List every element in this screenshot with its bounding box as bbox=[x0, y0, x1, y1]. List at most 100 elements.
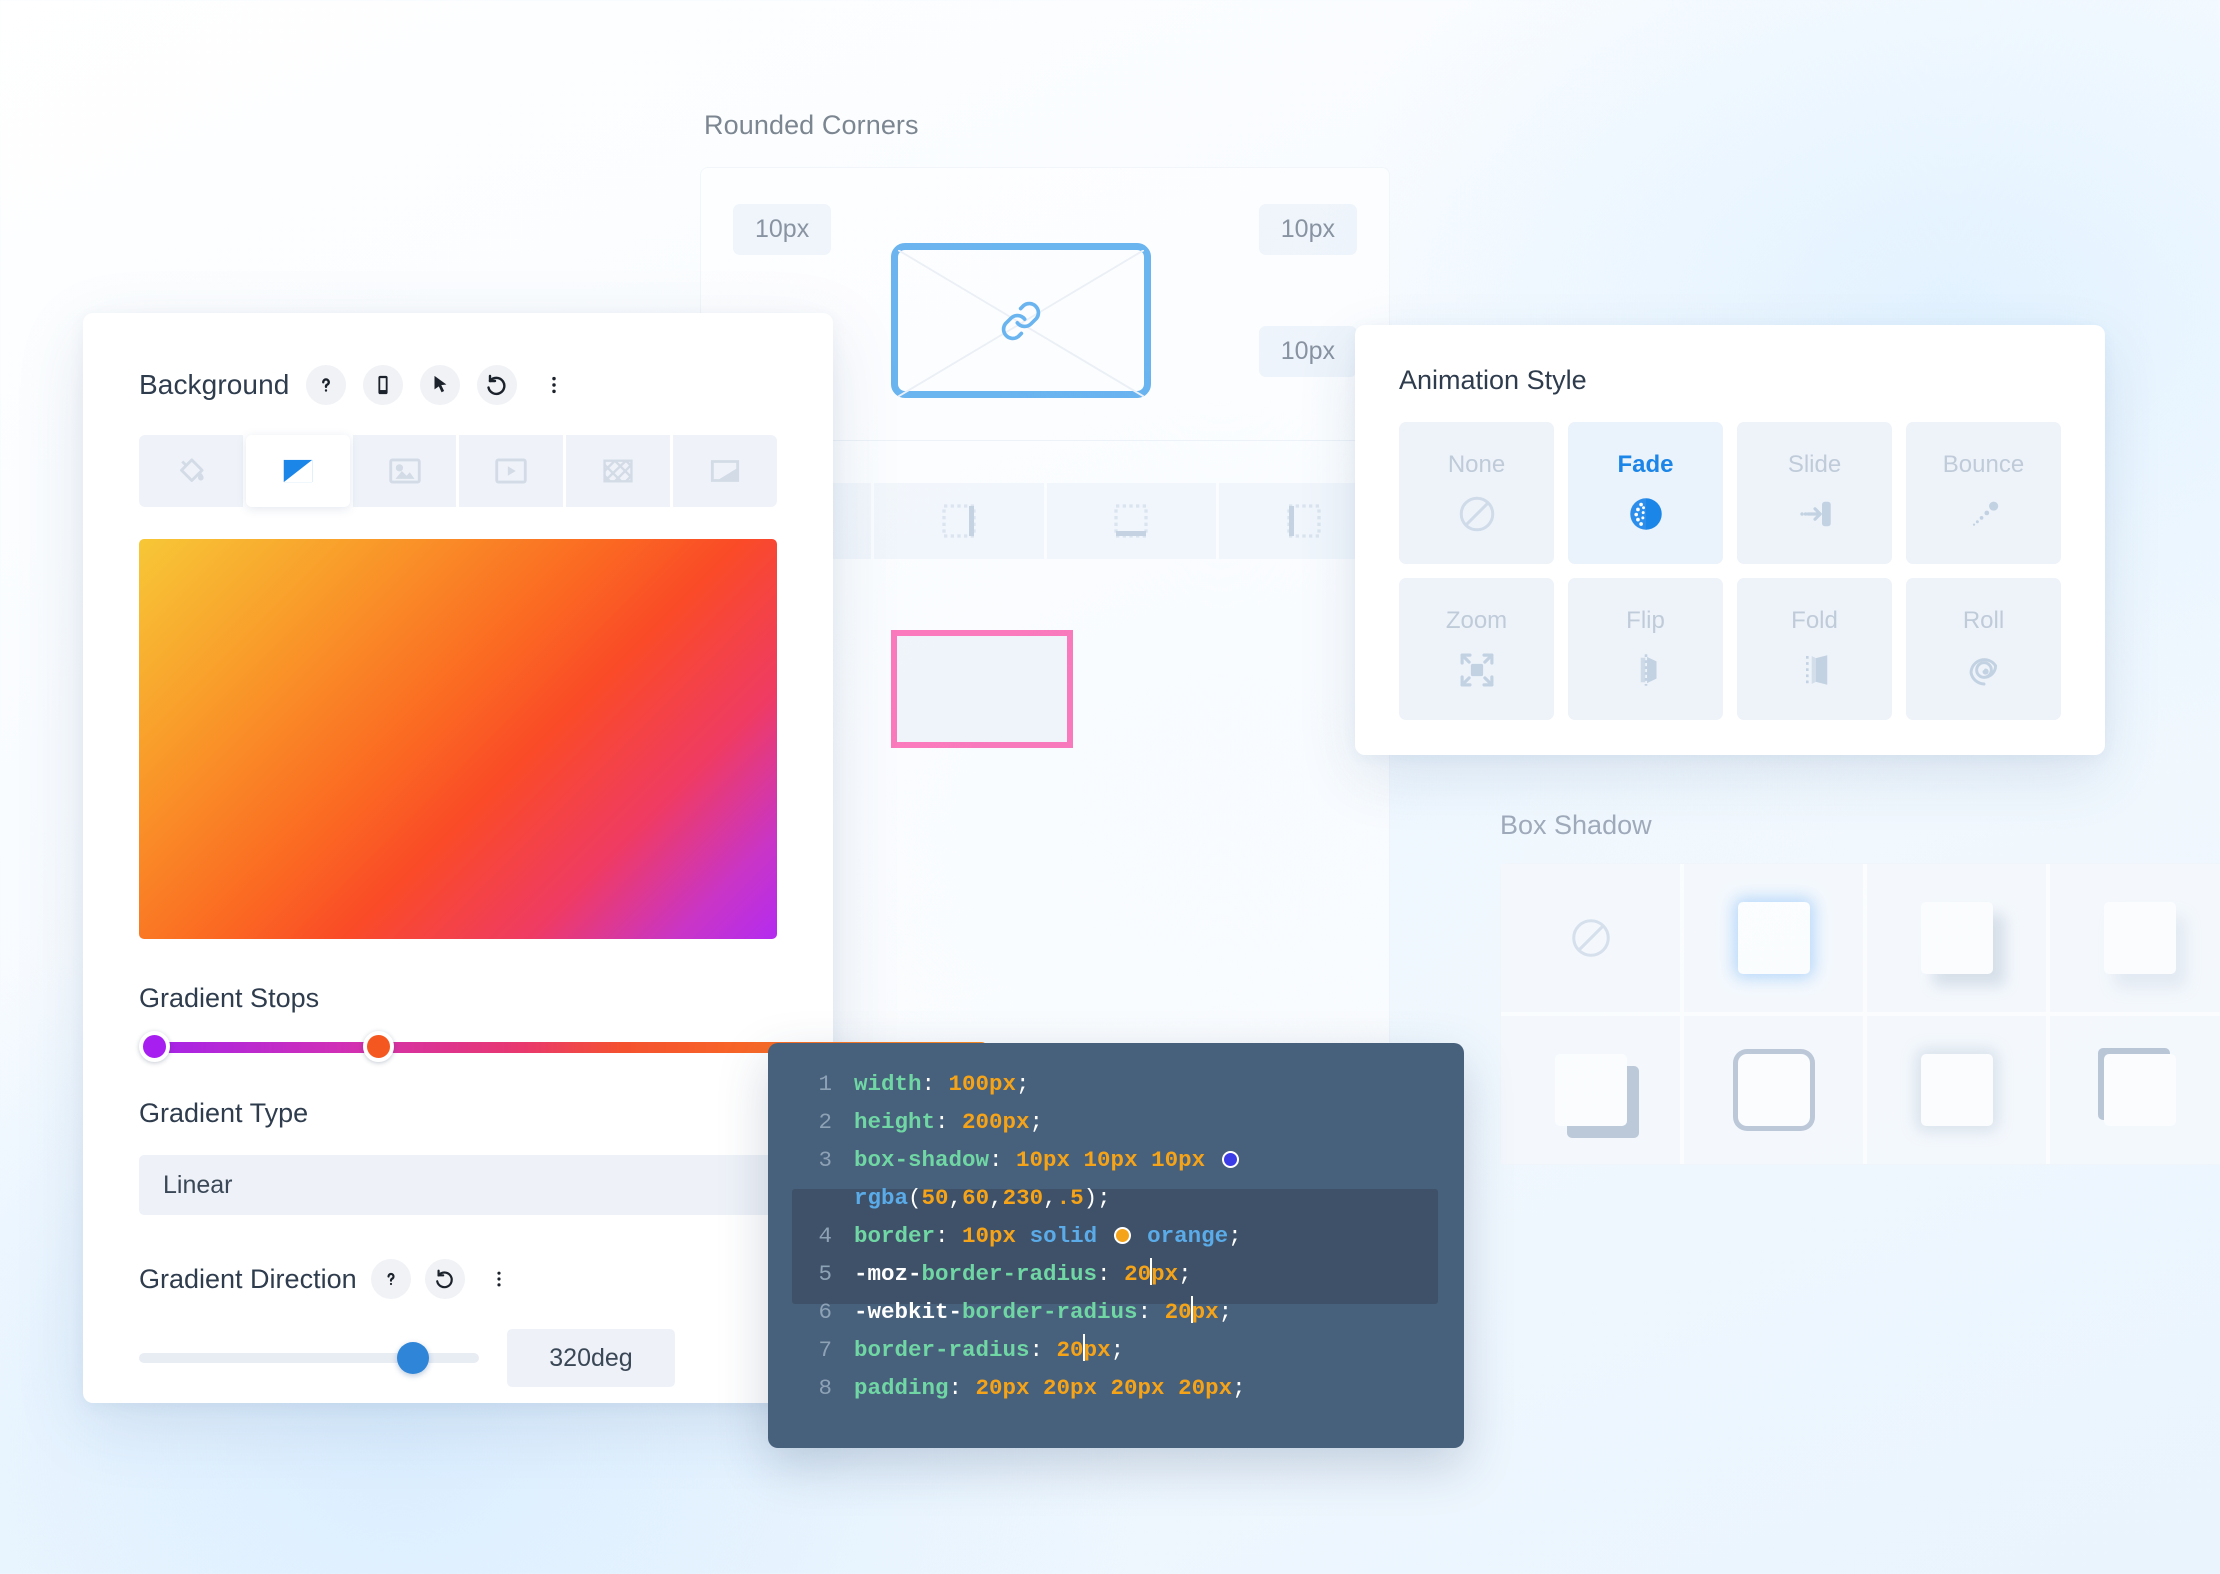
code-line-wrap[interactable]: rgba(50,60,230,.5); bbox=[768, 1179, 1464, 1217]
video-tab[interactable] bbox=[459, 435, 564, 507]
line-number: 4 bbox=[818, 1223, 832, 1249]
border-right-icon bbox=[941, 504, 976, 538]
line-number: 3 bbox=[818, 1147, 832, 1173]
animation-option-label: Flip bbox=[1626, 607, 1665, 634]
code-line[interactable]: 6 -webkit-border-radius: 20px; bbox=[768, 1293, 1464, 1331]
slide-arrow-icon bbox=[1799, 501, 1831, 527]
line-number: 7 bbox=[818, 1337, 832, 1363]
corner-value-top-left[interactable]: 10px bbox=[733, 204, 832, 255]
border-color-swatch[interactable] bbox=[1113, 1227, 1131, 1244]
border-side-bottom[interactable] bbox=[1046, 483, 1217, 559]
box-shadow-title: Box Shadow bbox=[1500, 810, 1652, 840]
box-shadow-preset-soft-drop[interactable] bbox=[2050, 864, 2220, 1012]
code-line[interactable]: 3 box-shadow: 10px 10px 10px bbox=[768, 1141, 1464, 1179]
line-number: 6 bbox=[818, 1299, 832, 1325]
mask-tab[interactable] bbox=[673, 435, 777, 507]
fade-dots-icon bbox=[1629, 498, 1662, 530]
corner-value-top-right[interactable]: 10px bbox=[1258, 204, 1357, 255]
gradient-direction-slider[interactable] bbox=[139, 1342, 479, 1374]
code-line[interactable]: 5 -moz-border-radius: 20px; bbox=[768, 1255, 1464, 1293]
animation-option-zoom[interactable]: Zoom bbox=[1399, 578, 1554, 720]
line-number: 8 bbox=[818, 1375, 832, 1401]
help-icon[interactable] bbox=[370, 1259, 411, 1299]
code-editor-panel[interactable]: 1 width: 100px; 2 height: 200px; 3 box-s… bbox=[768, 1043, 1464, 1448]
gradient-stops-label: Gradient Stops bbox=[139, 983, 320, 1013]
bounce-ball-icon bbox=[1972, 501, 1998, 526]
line-number: 2 bbox=[818, 1109, 832, 1135]
shadow-hard-offset-preview bbox=[1554, 1054, 1627, 1126]
animation-option-label: Slide bbox=[1787, 451, 1842, 478]
gradient-preview[interactable] bbox=[139, 539, 777, 939]
gradient-tab[interactable] bbox=[245, 435, 350, 507]
cursor-hover-icon[interactable] bbox=[420, 365, 461, 405]
responsive-phone-icon[interactable] bbox=[363, 365, 404, 405]
animation-option-label: None bbox=[1447, 451, 1506, 478]
animation-option-none[interactable]: None bbox=[1399, 422, 1554, 564]
color-fill-tab[interactable] bbox=[139, 435, 243, 507]
code-line[interactable]: 4 border: 10px solid orange; bbox=[768, 1217, 1464, 1255]
box-shadow-preset-outline[interactable] bbox=[1684, 1016, 1863, 1164]
shadow-soft-drop-preview bbox=[2103, 902, 2176, 974]
zoom-expand-icon bbox=[1460, 653, 1493, 687]
box-shadow-panel: Box Shadow bbox=[1500, 810, 2220, 1230]
border-preview-box bbox=[891, 630, 1073, 748]
corner-link-preview-box[interactable] bbox=[891, 243, 1151, 398]
code-line[interactable]: 1 width: 100px; bbox=[768, 1065, 1464, 1103]
box-shadow-preset-glow[interactable] bbox=[1684, 864, 1863, 1012]
more-options-icon[interactable] bbox=[534, 365, 574, 405]
roll-spiral-icon bbox=[1969, 658, 1997, 686]
gradient-stops-slider[interactable] bbox=[139, 1031, 987, 1062]
animation-option-bounce[interactable]: Bounce bbox=[1906, 422, 2061, 564]
fold-page-icon bbox=[1805, 655, 1827, 685]
code-line[interactable]: 8 padding: 20px 20px 20px 20px; bbox=[768, 1369, 1464, 1407]
shadow-glow-preview bbox=[1737, 902, 1810, 974]
box-shadow-grid bbox=[1500, 863, 2220, 1165]
shadow-top-left-preview bbox=[2103, 1054, 2176, 1126]
pattern-tab[interactable] bbox=[566, 435, 671, 507]
line-number: 5 bbox=[818, 1261, 832, 1287]
reset-undo-icon[interactable] bbox=[424, 1259, 465, 1299]
more-options-icon[interactable] bbox=[479, 1259, 519, 1299]
reset-undo-icon[interactable] bbox=[477, 365, 518, 405]
slider-knob[interactable] bbox=[397, 1342, 429, 1374]
gradient-type-label: Gradient Type bbox=[139, 1098, 309, 1128]
animation-option-fade[interactable]: Fade bbox=[1568, 422, 1723, 564]
image-tab[interactable] bbox=[352, 435, 457, 507]
shadow-diffuse-preview bbox=[1920, 1054, 1993, 1126]
gradient-stop-purple[interactable] bbox=[139, 1031, 170, 1062]
box-shadow-preset-none[interactable] bbox=[1501, 864, 1680, 1012]
gradient-direction-row: 320deg bbox=[139, 1329, 777, 1387]
chain-link-icon[interactable] bbox=[999, 299, 1043, 343]
gradient-stop-orange[interactable] bbox=[363, 1031, 394, 1062]
corner-value-bottom-right[interactable]: 10px bbox=[1258, 326, 1357, 377]
animation-option-label: Fold bbox=[1791, 607, 1838, 634]
animation-style-title: Animation Style bbox=[1399, 365, 1587, 395]
box-shadow-preset-top-left[interactable] bbox=[2050, 1016, 2220, 1164]
animation-option-flip[interactable]: Flip bbox=[1568, 578, 1723, 720]
box-shadow-preset-bottom-right[interactable] bbox=[1867, 864, 2046, 1012]
animation-option-label: Bounce bbox=[1942, 451, 2025, 478]
shadow-bottom-right-preview bbox=[1920, 902, 1993, 974]
canvas: Rounded Corners 10px 10px 10px Backgroun… bbox=[0, 0, 2220, 1574]
line-number: 1 bbox=[818, 1071, 832, 1097]
box-shadow-color-swatch[interactable] bbox=[1221, 1151, 1239, 1168]
box-shadow-preset-diffuse[interactable] bbox=[1867, 1016, 2046, 1164]
code-line[interactable]: 7 border-radius: 20px; bbox=[768, 1331, 1464, 1369]
animation-option-slide[interactable]: Slide bbox=[1737, 422, 1892, 564]
gradient-direction-value[interactable]: 320deg bbox=[507, 1329, 675, 1387]
gradient-icon bbox=[283, 459, 312, 483]
gradient-type-select[interactable]: Linear bbox=[139, 1155, 779, 1215]
animation-style-grid: None Fade Slide Bounce Zoom Flip Fold Ro… bbox=[1399, 422, 2061, 720]
gradient-direction-header: Gradient Direction bbox=[139, 1259, 777, 1299]
gradient-direction-label: Gradient Direction bbox=[139, 1263, 357, 1294]
shadow-outline-preview bbox=[1737, 1054, 1810, 1126]
border-side-right[interactable] bbox=[873, 483, 1044, 559]
animation-option-fold[interactable]: Fold bbox=[1737, 578, 1892, 720]
animation-option-roll[interactable]: Roll bbox=[1906, 578, 2061, 720]
box-shadow-preset-hard-offset[interactable] bbox=[1501, 1016, 1680, 1164]
border-bottom-icon bbox=[1114, 504, 1149, 538]
help-icon[interactable] bbox=[306, 365, 347, 405]
code-line[interactable]: 2 height: 200px; bbox=[768, 1103, 1464, 1141]
gradient-type-value: Linear bbox=[163, 1170, 233, 1199]
flip-panel-icon bbox=[1640, 654, 1656, 686]
